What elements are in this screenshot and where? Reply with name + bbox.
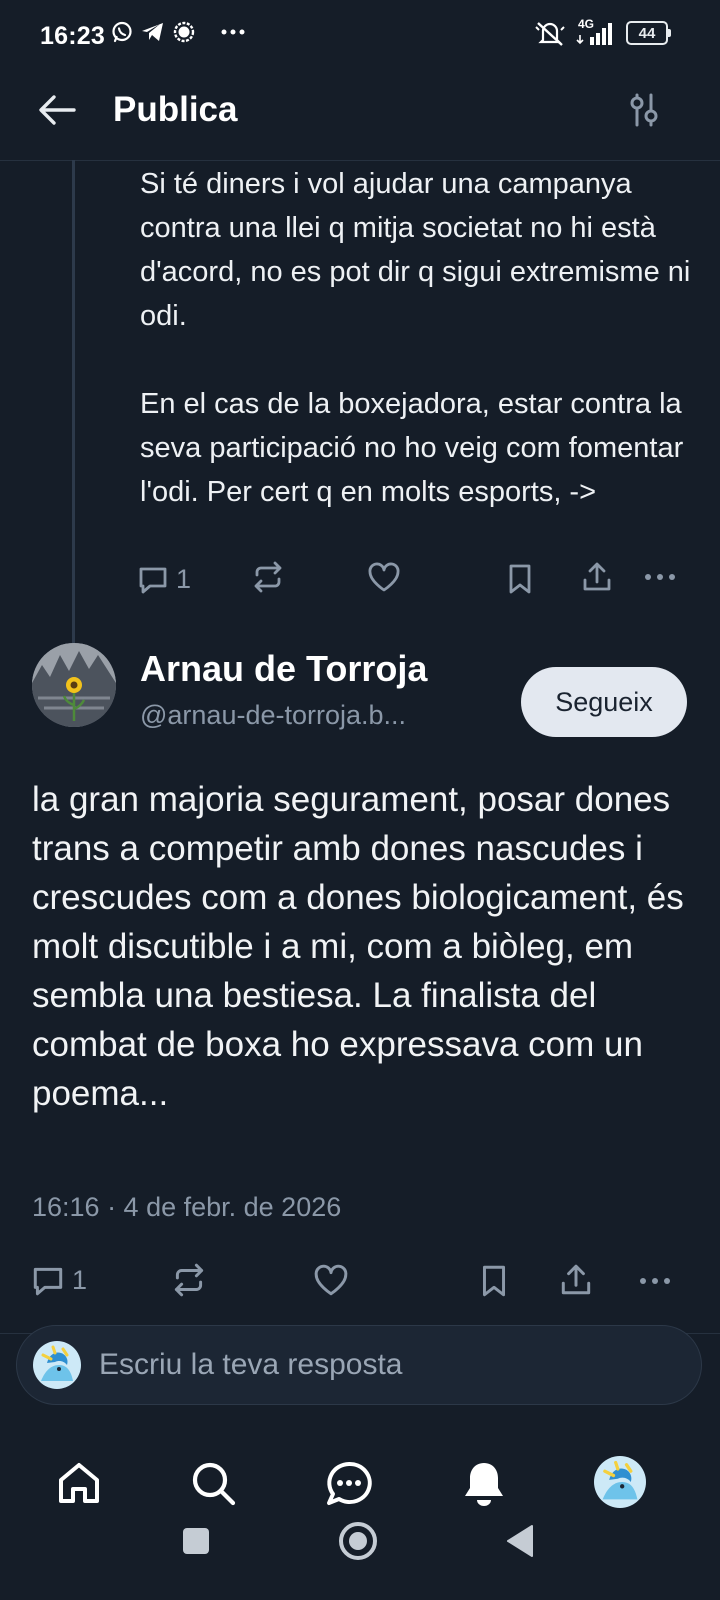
status-notification-icons [110,20,246,44]
reply-composer[interactable]: Escriu la teva resposta [16,1325,702,1405]
telegram-icon [140,20,166,44]
user-avatar [33,1341,81,1389]
reply-button[interactable]: 1 [30,1262,87,1298]
signal-bars-icon: 4G [576,17,616,47]
reply-icon [139,567,167,594]
previous-post-paragraph-1: Si té diners i vol ajudar una campanya c… [140,168,691,332]
more-button[interactable] [638,1277,672,1285]
sliders-icon[interactable] [628,92,660,128]
previous-post-paragraph-2: En el cas de la boxejadora, estar contra… [140,388,684,508]
previous-post-text: Si té diners i vol ajudar una campanya c… [140,162,700,514]
recents-icon[interactable] [181,1526,211,1556]
home-circle-icon[interactable] [337,1520,379,1562]
more-dots-icon [640,1278,670,1284]
header-divider [0,160,720,161]
more-dots-icon [220,28,246,36]
reply-icon [33,1267,63,1296]
author-avatar[interactable] [32,643,116,727]
signal-icon [172,20,196,44]
page-title: Publica [113,90,238,129]
share-icon [583,562,611,591]
prev-reply-button[interactable]: 1 [136,562,191,596]
prev-repost-button[interactable] [250,560,286,594]
author-handle[interactable]: @arnau-de-torroja.b... [140,700,406,731]
more-dots-icon [645,574,675,580]
back-triangle-icon[interactable] [505,1524,535,1558]
bookmark-icon [482,1265,506,1297]
prev-reply-count: 1 [176,563,192,594]
bookmark-icon [509,564,531,594]
reply-placeholder: Escriu la teva resposta [99,1348,403,1381]
thread-connector-line [72,160,75,647]
home-icon[interactable] [56,1460,102,1506]
system-nav-bar [0,1520,720,1600]
share-button[interactable] [558,1262,594,1298]
battery-icon: 44 [626,21,671,45]
follow-button[interactable]: Segueix [521,667,687,737]
reply-count: 1 [72,1264,88,1295]
search-icon[interactable] [190,1460,238,1508]
like-button[interactable] [312,1262,350,1298]
repost-button[interactable] [170,1262,208,1298]
main-post-text: la gran majoria segurament, posar dones … [32,780,684,1113]
prev-like-button[interactable] [366,560,402,594]
repost-icon [254,561,282,593]
status-time: 16:23 [40,22,105,50]
battery-level: 44 [638,24,656,42]
back-arrow-icon[interactable] [36,90,78,130]
chat-icon[interactable] [325,1460,373,1508]
bell-icon[interactable] [461,1460,507,1508]
post-timestamp: 16:16 · 4 de febr. de 2026 [32,1192,342,1222]
whatsapp-icon [110,20,134,44]
heart-icon [314,1264,348,1296]
prev-bookmark-button[interactable] [505,562,535,596]
author-name[interactable]: Arnau de Torroja [140,648,427,690]
prev-share-button[interactable] [580,560,614,594]
profile-avatar[interactable] [594,1456,646,1508]
prev-more-button[interactable] [644,573,676,581]
status-right-icons: 4G 44 [534,17,671,47]
bookmark-button[interactable] [478,1263,510,1299]
bottom-nav [0,1430,720,1530]
mute-icon [534,19,566,47]
share-icon [561,1264,591,1295]
heart-icon [368,562,400,592]
repost-icon [174,1263,204,1297]
